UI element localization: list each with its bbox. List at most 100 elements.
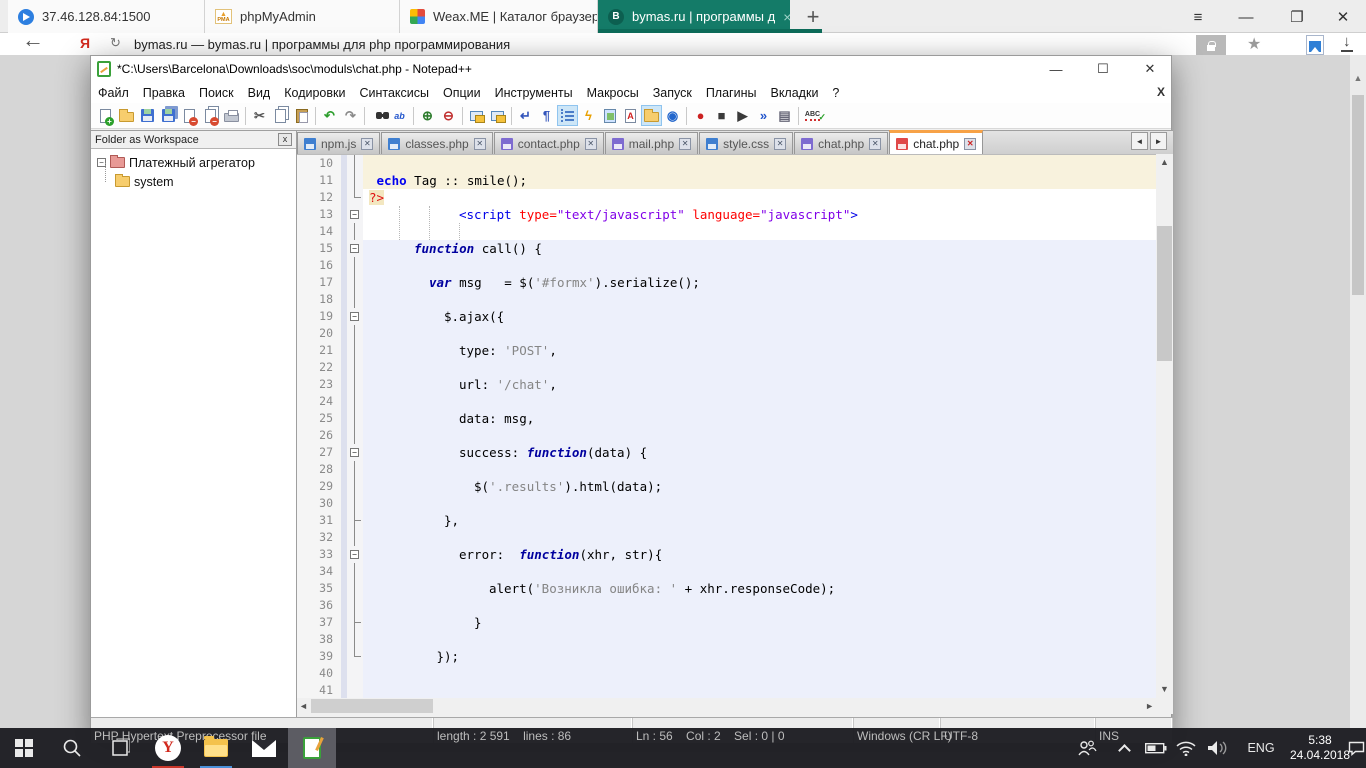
fold-margin[interactable] [347, 427, 363, 444]
fold-margin[interactable] [347, 682, 363, 698]
menu-item-1[interactable]: Файл [91, 84, 136, 102]
fold-margin[interactable] [347, 325, 363, 342]
menu-item-2[interactable]: Правка [136, 84, 192, 102]
menu-item-6[interactable]: Синтаксисы [352, 84, 436, 102]
panel-close-button[interactable]: x [278, 133, 292, 146]
find-icon[interactable] [368, 105, 389, 126]
fold-margin[interactable]: − [347, 308, 363, 325]
code-line-19[interactable]: 19−$.ajax({ [297, 308, 1156, 325]
notepadpp-button[interactable] [288, 728, 336, 768]
new-tab-button[interactable]: + [798, 2, 828, 32]
code-line-25[interactable]: 25data: msg, [297, 410, 1156, 427]
doc-tab-npm.js[interactable]: npm.js✕ [297, 132, 380, 154]
browser-scrollbar[interactable]: ▲ [1350, 55, 1366, 728]
chevron-up-icon[interactable] [1112, 728, 1136, 768]
fold-margin[interactable] [347, 478, 363, 495]
doc-tab-mail.php[interactable]: mail.php✕ [605, 132, 698, 154]
folder-workspace-icon[interactable] [641, 105, 662, 126]
code-line-40[interactable]: 40 [297, 665, 1156, 682]
code-line-27[interactable]: 27−success: function(data) { [297, 444, 1156, 461]
doc-switcher-icon[interactable]: A [620, 105, 641, 126]
fold-margin[interactable] [347, 257, 363, 274]
tree-item-system[interactable]: system [93, 172, 294, 191]
sync-v-icon[interactable] [466, 105, 487, 126]
save-all-icon[interactable] [158, 105, 179, 126]
zoom-out-icon[interactable]: ⊖ [438, 105, 459, 126]
fold-margin[interactable] [347, 172, 363, 189]
explorer-button[interactable] [192, 728, 240, 768]
fold-margin[interactable] [347, 563, 363, 580]
menu-item-10[interactable]: Запуск [646, 84, 699, 102]
fold-margin[interactable] [347, 189, 363, 206]
fold-margin[interactable]: − [347, 444, 363, 461]
editor-vertical-scrollbar[interactable]: ▲ ▼ [1156, 154, 1173, 698]
tab-close-icon[interactable]: × [783, 9, 790, 25]
word-wrap-icon[interactable]: ↵ [515, 105, 536, 126]
code-editor[interactable]: 1011 echo Tag :: smile();12?>13−<script … [297, 154, 1156, 698]
fold-margin[interactable] [347, 631, 363, 648]
fold-margin[interactable] [347, 665, 363, 682]
code-line-22[interactable]: 22 [297, 359, 1156, 376]
code-line-36[interactable]: 36 [297, 597, 1156, 614]
menu-item-13[interactable]: ? [825, 84, 846, 102]
action-center-icon[interactable] [1346, 728, 1366, 768]
code-line-34[interactable]: 34 [297, 563, 1156, 580]
menu-item-5[interactable]: Кодировки [277, 84, 352, 102]
mail-button[interactable] [240, 728, 288, 768]
code-line-16[interactable]: 16 [297, 257, 1156, 274]
scroll-right-icon[interactable]: ► [1145, 698, 1154, 714]
start-button[interactable] [0, 728, 48, 768]
fold-margin[interactable] [347, 648, 363, 665]
language-indicator[interactable]: ENG [1240, 728, 1282, 768]
doc-tab-contact.php[interactable]: contact.php✕ [494, 132, 604, 154]
doc-tab-close-icon[interactable]: ✕ [774, 138, 786, 150]
code-line-18[interactable]: 18 [297, 291, 1156, 308]
fold-margin[interactable]: − [347, 240, 363, 257]
address-url[interactable]: bymas.ru — bymas.ru | программы для php … [134, 37, 510, 52]
fold-margin[interactable]: − [347, 206, 363, 223]
fold-margin[interactable] [347, 359, 363, 376]
menu-close-button[interactable]: X [1157, 85, 1165, 99]
replace-icon[interactable]: ab [389, 105, 410, 126]
tab-scroll-left-button[interactable]: ◄ [1131, 132, 1148, 150]
fold-margin[interactable] [347, 393, 363, 410]
fold-margin[interactable] [347, 529, 363, 546]
code-line-11[interactable]: 11 echo Tag :: smile(); [297, 172, 1156, 189]
code-line-32[interactable]: 32 [297, 529, 1156, 546]
browser-address-bar[interactable]: ← Я ↻ bymas.ru — bymas.ru | программы дл… [0, 33, 1366, 55]
fold-margin[interactable] [347, 223, 363, 240]
code-line-23[interactable]: 23url: '/chat', [297, 376, 1156, 393]
code-line-12[interactable]: 12?> [297, 189, 1156, 206]
npp-close-button[interactable]: ✕ [1133, 56, 1167, 82]
search-button[interactable] [48, 728, 96, 768]
browser-menu-button[interactable]: ≡ [1180, 4, 1216, 30]
save-icon[interactable] [137, 105, 158, 126]
fold-margin[interactable] [347, 274, 363, 291]
doc-tab-close-icon[interactable]: ✕ [474, 138, 486, 150]
cut-icon[interactable]: ✂ [249, 105, 270, 126]
tab-scroll-right-button[interactable]: ► [1150, 132, 1167, 150]
code-line-38[interactable]: 38 [297, 631, 1156, 648]
fold-margin[interactable] [347, 597, 363, 614]
close-icon[interactable]: − [179, 105, 200, 126]
code-line-26[interactable]: 26 [297, 427, 1156, 444]
scroll-up-icon[interactable]: ▲ [1156, 154, 1173, 171]
browser-restore-button[interactable]: ❐ [1279, 4, 1315, 30]
zoom-in-icon[interactable]: ⊕ [417, 105, 438, 126]
code-line-33[interactable]: 33−error: function(xhr, str){ [297, 546, 1156, 563]
code-line-24[interactable]: 24 [297, 393, 1156, 410]
fold-margin[interactable] [347, 155, 363, 172]
scroll-up-icon[interactable]: ▲ [1350, 73, 1366, 83]
doc-tab-classes.php[interactable]: classes.php✕ [381, 132, 492, 154]
code-line-30[interactable]: 30 [297, 495, 1156, 512]
yandex-browser-button[interactable]: Y [144, 728, 192, 768]
image-mode-icon[interactable] [1306, 35, 1324, 55]
browser-tab-3[interactable]: Weax.ME | Каталог браузер [400, 0, 598, 33]
new-file-icon[interactable]: + [95, 105, 116, 126]
open-file-icon[interactable] [116, 105, 137, 126]
scroll-down-icon[interactable]: ▼ [1156, 681, 1173, 698]
code-line-10[interactable]: 10 [297, 155, 1156, 172]
fold-margin[interactable] [347, 291, 363, 308]
code-line-28[interactable]: 28 [297, 461, 1156, 478]
code-line-37[interactable]: 37} [297, 614, 1156, 631]
